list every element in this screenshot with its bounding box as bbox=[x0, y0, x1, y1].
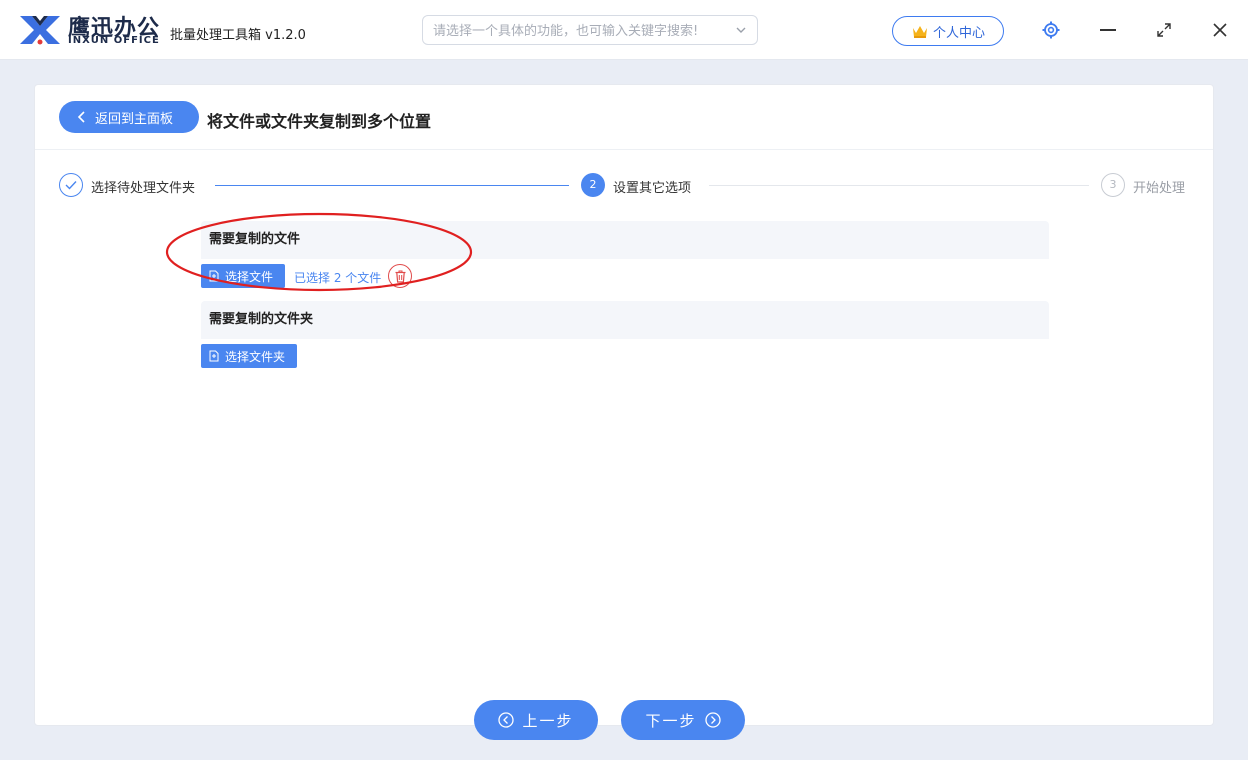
circle-chevron-right-icon bbox=[704, 712, 721, 728]
user-center-label: 个人中心 bbox=[932, 25, 985, 41]
step-1-check-icon bbox=[59, 173, 83, 197]
prev-step-label: 上一步 bbox=[522, 711, 574, 730]
step-connector-2 bbox=[709, 185, 1089, 186]
folders-section-title: 需要复制的文件夹 bbox=[201, 301, 1049, 339]
step-3-number: 3 bbox=[1101, 173, 1125, 197]
minimize-icon[interactable] bbox=[1100, 29, 1116, 31]
gear-icon[interactable] bbox=[1042, 21, 1060, 39]
next-step-label: 下一步 bbox=[645, 711, 697, 730]
divider bbox=[35, 149, 1213, 150]
page-title: 将文件或文件夹复制到多个位置 bbox=[207, 112, 432, 131]
step-3-label: 开始处理 bbox=[1133, 181, 1186, 196]
file-icon bbox=[209, 350, 219, 362]
step-2-label: 设置其它选项 bbox=[613, 181, 692, 196]
chevron-left-icon bbox=[77, 111, 85, 123]
step-1-label: 选择待处理文件夹 bbox=[91, 181, 196, 196]
chevron-down-icon[interactable] bbox=[735, 24, 747, 36]
main-panel: 返回到主面板 将文件或文件夹复制到多个位置 选择待处理文件夹 2 设置其它选项 … bbox=[34, 84, 1214, 726]
title-bar: 鹰迅办公 INXUN OFFICE 批量处理工具箱 v1.2.0 个人中心 bbox=[0, 0, 1248, 60]
annotation-ellipse bbox=[165, 212, 473, 292]
next-step-button[interactable]: 下一步 bbox=[621, 700, 745, 740]
back-to-dashboard-button[interactable]: 返回到主面板 bbox=[59, 101, 199, 133]
search-box[interactable] bbox=[422, 15, 758, 45]
step-2-number: 2 bbox=[581, 173, 605, 197]
select-folders-label: 选择文件夹 bbox=[225, 349, 286, 364]
select-folders-button[interactable]: 选择文件夹 bbox=[201, 344, 297, 368]
close-icon[interactable] bbox=[1212, 22, 1228, 38]
maximize-icon[interactable] bbox=[1156, 22, 1172, 38]
search-input[interactable] bbox=[433, 21, 723, 41]
logo-subtext: INXUN OFFICE bbox=[68, 35, 160, 46]
prev-step-button[interactable]: 上一步 bbox=[474, 700, 598, 740]
logo-icon bbox=[20, 16, 60, 45]
back-button-label: 返回到主面板 bbox=[95, 111, 174, 127]
crown-icon bbox=[912, 26, 927, 38]
app-title: 批量处理工具箱 v1.2.0 bbox=[170, 28, 306, 43]
circle-chevron-left-icon bbox=[498, 712, 515, 728]
user-center-button[interactable]: 个人中心 bbox=[892, 16, 1004, 46]
step-connector-1 bbox=[215, 185, 569, 186]
